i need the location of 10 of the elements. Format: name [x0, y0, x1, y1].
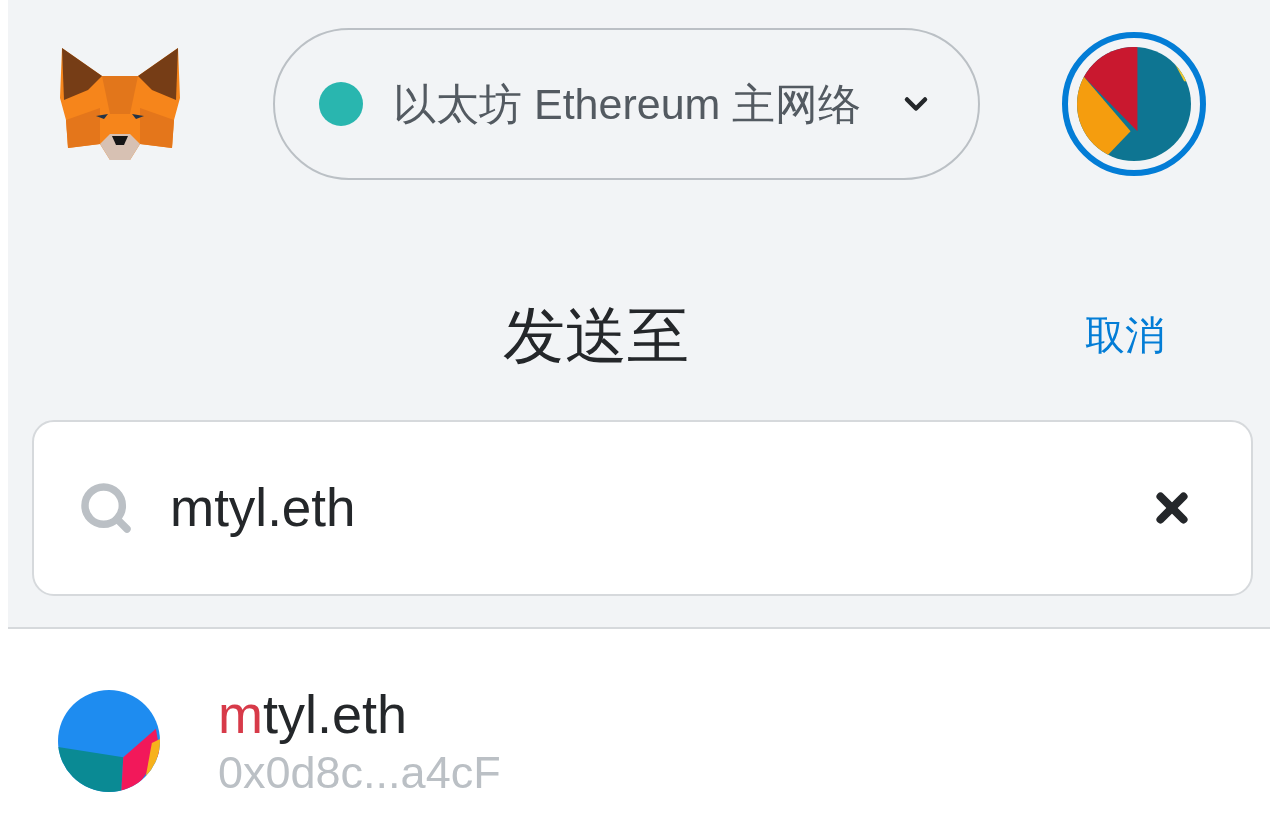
- search-icon: [78, 480, 134, 536]
- search-input[interactable]: mtyl.eth: [170, 475, 1125, 541]
- contact-address: 0x0d8c...a4cF: [218, 748, 501, 798]
- fox-head-icon: [60, 48, 180, 160]
- network-selector[interactable]: 以太坊 Ethereum 主网络: [273, 28, 980, 180]
- page-title: 发送至: [503, 299, 689, 372]
- cancel-link[interactable]: 取消: [1085, 305, 1165, 365]
- contact-name[interactable]: mtyl.eth: [218, 684, 501, 744]
- account-identicon-icon: [1077, 47, 1191, 161]
- search-field[interactable]: mtyl.eth: [32, 420, 1253, 596]
